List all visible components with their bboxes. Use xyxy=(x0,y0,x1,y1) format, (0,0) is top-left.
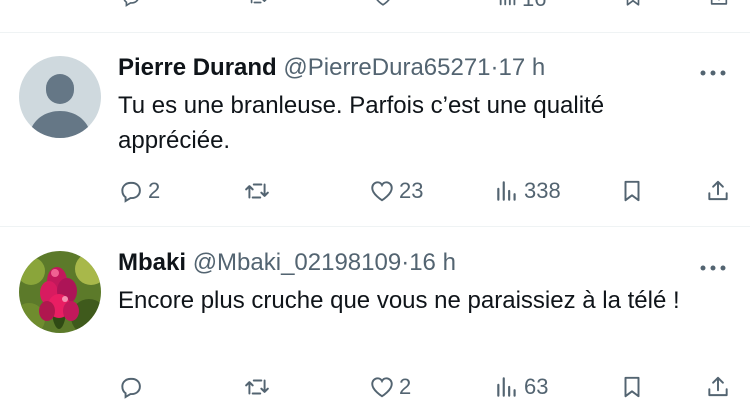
timestamp[interactable]: 17 h xyxy=(499,54,546,81)
views-icon xyxy=(497,377,516,397)
bookmark-icon xyxy=(624,180,640,202)
flower-photo-icon xyxy=(19,251,101,333)
views-icon xyxy=(497,181,516,201)
tweet[interactable]: Pierre Durand @PierreDura65271·17 h Tu e… xyxy=(0,33,750,226)
tweet-header: Mbaki @Mbaki_02198109·16 h xyxy=(118,248,456,278)
previous-views-count: 16 xyxy=(522,0,546,12)
heart-icon[interactable] xyxy=(370,0,396,8)
tweet-text: Encore plus cruche que vous ne paraissie… xyxy=(118,287,680,314)
share-icon xyxy=(708,180,728,201)
bookmark-button[interactable] xyxy=(619,176,645,206)
avatar[interactable] xyxy=(19,251,101,333)
more-icon[interactable] xyxy=(698,65,728,76)
views-button[interactable]: 63 xyxy=(494,372,548,402)
author-name[interactable]: Pierre Durand xyxy=(118,54,277,81)
author-handle[interactable]: @PierreDura65271 xyxy=(283,54,490,81)
tweet-actions: 2 63 xyxy=(0,372,750,402)
like-button[interactable]: 2 xyxy=(369,372,411,402)
tweet-feed: 16 Pierre Durand @PierreDura65271·17 h T… xyxy=(0,0,750,417)
tweet-actions: 2 23 338 xyxy=(0,176,750,206)
reply-icon[interactable] xyxy=(118,0,144,8)
heart-icon xyxy=(371,377,393,398)
author-handle[interactable]: @Mbaki_02198109 xyxy=(193,249,402,276)
share-icon xyxy=(708,376,728,397)
views-icon[interactable] xyxy=(495,0,521,8)
views-count: 63 xyxy=(524,374,549,399)
like-button[interactable]: 23 xyxy=(369,176,423,206)
views-button[interactable]: 338 xyxy=(494,176,561,206)
bookmark-button[interactable] xyxy=(619,372,645,402)
bookmark-icon xyxy=(624,376,640,398)
tweet-text: Tu es une branleuse. Parfois c’est une q… xyxy=(118,92,605,154)
retweet-icon[interactable] xyxy=(245,0,271,8)
retweet-button[interactable] xyxy=(244,372,274,402)
more-icon[interactable] xyxy=(698,260,728,271)
reply-count: 2 xyxy=(148,178,161,203)
default-profile-icon xyxy=(19,56,101,138)
heart-icon xyxy=(371,181,393,202)
timestamp[interactable]: 16 h xyxy=(409,249,456,276)
retweet-icon xyxy=(245,379,269,395)
share-icon[interactable] xyxy=(706,0,732,8)
avatar[interactable] xyxy=(19,56,101,138)
separator: · xyxy=(490,54,499,81)
retweet-icon xyxy=(245,183,269,199)
separator: · xyxy=(401,249,410,276)
reply-button[interactable] xyxy=(118,372,148,402)
views-count: 338 xyxy=(524,178,561,203)
bookmark-icon[interactable] xyxy=(620,0,646,8)
like-count: 23 xyxy=(399,178,424,203)
reply-icon xyxy=(121,181,141,203)
reply-button[interactable]: 2 xyxy=(118,176,160,206)
reply-icon xyxy=(121,377,141,399)
tweet-header: Pierre Durand @PierreDura65271·17 h xyxy=(118,53,545,83)
previous-tweet-actions: 16 xyxy=(0,0,750,30)
retweet-button[interactable] xyxy=(244,176,274,206)
author-name[interactable]: Mbaki xyxy=(118,249,186,276)
share-button[interactable] xyxy=(705,176,731,206)
share-button[interactable] xyxy=(705,372,731,402)
like-count: 2 xyxy=(399,374,412,399)
tweet[interactable]: Mbaki @Mbaki_02198109·16 h Encore plus c… xyxy=(0,227,750,417)
